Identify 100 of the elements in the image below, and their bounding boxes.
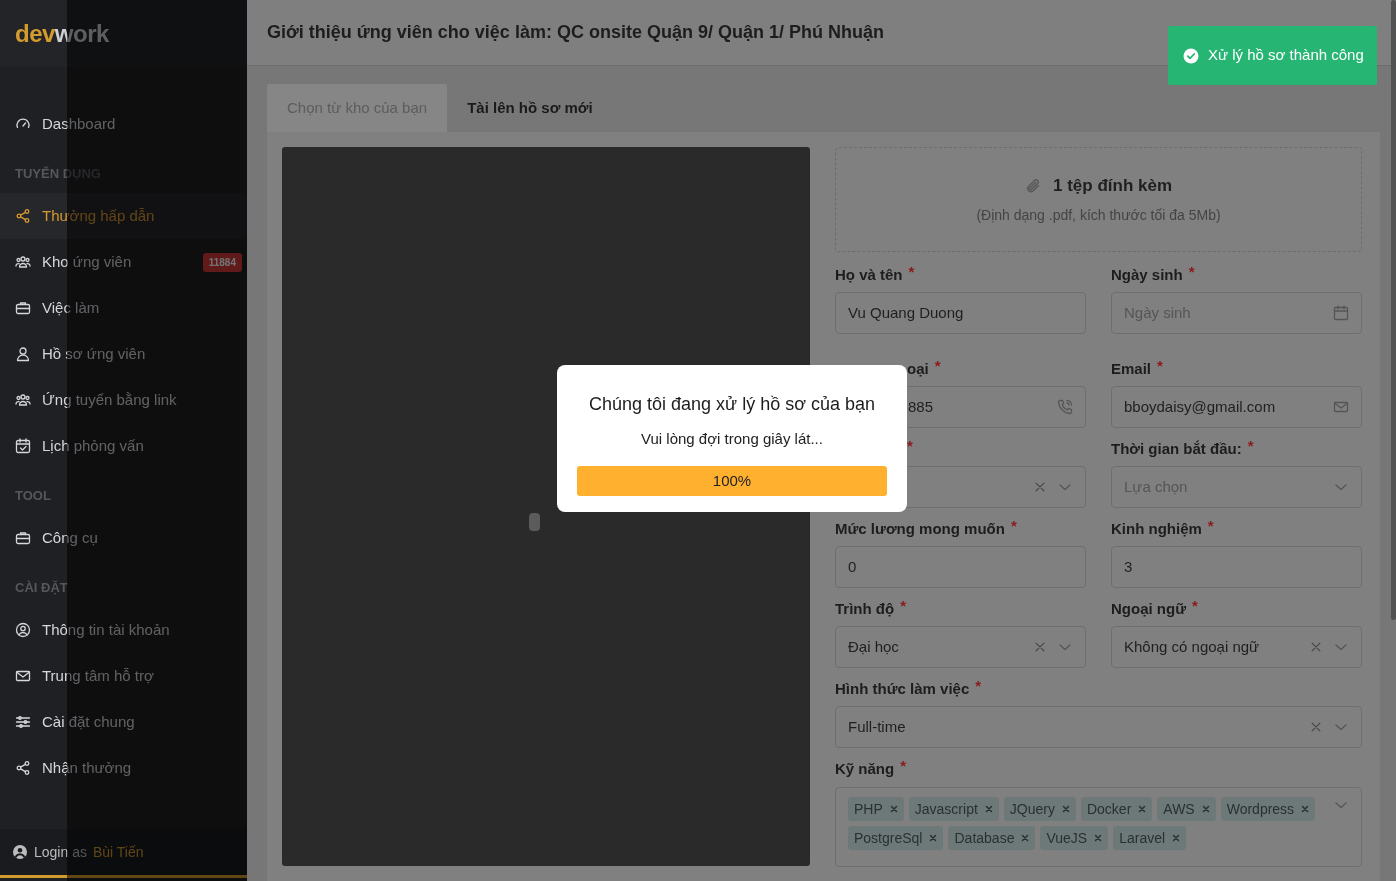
required-mark: * <box>934 358 941 376</box>
skill-tag[interactable]: PostgreSql <box>848 826 944 850</box>
section-heading: TOOL <box>14 487 52 505</box>
required-mark: * <box>1247 438 1254 456</box>
field-label: Ngoại ngữ <box>1111 599 1187 619</box>
tab[interactable]: Tài lên hồ sơ mới <box>447 84 613 132</box>
remove-icon <box>1172 834 1181 842</box>
required-mark: * <box>1207 518 1214 536</box>
clear-icon <box>1309 720 1323 734</box>
sidebar-item[interactable]: Công cụ <box>0 515 247 561</box>
remove-icon <box>1138 805 1147 813</box>
remove-icon <box>1094 834 1103 842</box>
required-mark: * <box>1192 598 1198 616</box>
sidebar-item[interactable]: Nhận thưởng <box>0 745 247 791</box>
field-label: Hình thức làm việc <box>835 679 970 699</box>
skill-tag[interactable]: PHP <box>848 797 904 821</box>
progress-label: 100% <box>711 470 753 491</box>
required-mark: * <box>1157 358 1163 376</box>
briefcase-icon <box>15 300 31 316</box>
phone-icon <box>1057 399 1073 415</box>
clear-icon <box>1033 480 1047 494</box>
paperclip-icon <box>1025 178 1041 194</box>
input-field[interactable]: 3 <box>1111 546 1362 588</box>
skill-tag[interactable]: AWS <box>1157 797 1216 821</box>
toast-message: Xử lý hồ sơ thành công <box>1208 45 1364 66</box>
user-circle-icon <box>12 844 28 860</box>
remove-icon <box>984 805 993 813</box>
required-mark: * <box>1010 518 1017 536</box>
person-icon <box>15 346 31 362</box>
mail-icon <box>15 668 31 684</box>
sidebar-item[interactable]: Trung tâm hỗ trợ <box>0 653 247 699</box>
skill-tag[interactable]: Laravel <box>1113 826 1187 850</box>
field-label: Kỹ năng <box>835 759 895 779</box>
input-field[interactable]: 0 <box>835 546 1086 588</box>
attachment-count: 1 tệp đính kèm <box>1053 175 1172 198</box>
sidebar-item[interactable]: Dashboard <box>0 101 247 147</box>
scrollbar[interactable] <box>1391 0 1396 620</box>
sidebar-item[interactable]: Cài đặt chung <box>0 699 247 745</box>
required-mark: * <box>907 438 913 456</box>
clear-icon <box>1309 640 1323 654</box>
sidebar-item[interactable]: Kho ứng viên 11884 <box>0 239 247 285</box>
section-heading: CÀI ĐẶT <box>14 579 69 597</box>
mail-icon <box>1333 399 1349 415</box>
remove-icon <box>929 834 938 842</box>
calendar-icon <box>1333 305 1349 321</box>
skill-tag[interactable]: Docker <box>1080 797 1153 821</box>
sidebar-item[interactable]: Thông tin tài khoản <box>0 607 247 653</box>
select-field[interactable]: Không có ngoại ngữ <box>1111 626 1362 668</box>
remove-icon <box>1201 805 1210 813</box>
sliders-icon <box>15 714 31 730</box>
count-badge: 11884 <box>202 252 242 272</box>
drawer-title: Giới thiệu ứng viên cho việc làm: QC onsite Quận 9/ Quận 1/ Phú Nhuận <box>267 21 884 44</box>
required-mark: * <box>1188 264 1195 282</box>
required-mark: * <box>900 598 906 616</box>
upload-area[interactable]: 1 tệp đính kèm (Định dạng .pdf, kích thước tối đa 5Mb) <box>835 147 1362 252</box>
upload-hint: (Định dạng .pdf, kích thước tối đa 5Mb) <box>976 205 1221 225</box>
field-label: Họ và tên <box>835 265 903 285</box>
tag-select-field[interactable]: PHP Javascript JQuery Docker AWS Wordpress PostgreSql Database VueJS Laravel <box>835 787 1362 867</box>
dialog-message: Vui lòng đợi trong giây lát... <box>640 429 824 449</box>
sidebar-item[interactable]: Lịch phỏng vấn <box>0 423 247 469</box>
handle-icon <box>528 512 540 531</box>
skill-tag[interactable]: VueJS <box>1040 826 1109 850</box>
people-icon <box>15 254 31 270</box>
sidebar-item[interactable]: Thưởng hấp dẫn <box>0 193 247 239</box>
field-label: Thời gian bắt đầu: <box>1111 439 1242 459</box>
remove-icon <box>1021 834 1030 842</box>
input-field[interactable]: bboydaisy@gmail.com <box>1111 386 1362 428</box>
remove-icon <box>1061 805 1070 813</box>
field-label: Trình độ <box>835 599 895 619</box>
sidebar-item[interactable]: Ứng tuyển bằng link <box>0 377 247 423</box>
share-icon <box>15 208 31 224</box>
skill-tag[interactable]: Javascript <box>908 797 999 821</box>
required-mark: * <box>975 678 982 696</box>
skill-tag[interactable]: JQuery <box>1003 797 1076 821</box>
field-label: Kinh nghiệm <box>1111 519 1202 539</box>
field-label: Mức lương mong muốn <box>835 519 1005 539</box>
remove-icon <box>889 805 898 813</box>
select-field[interactable]: Đại học <box>835 626 1086 668</box>
field-label: Ngày sinh <box>1111 265 1183 285</box>
sidebar-item[interactable]: Việc làm <box>0 285 247 331</box>
remove-icon <box>1301 805 1310 813</box>
clear-icon <box>1033 640 1047 654</box>
required-mark: * <box>900 758 907 776</box>
calendar-check-icon <box>15 438 31 454</box>
skill-tag[interactable]: Database <box>948 826 1036 850</box>
sidebar-item[interactable]: Hồ sơ ứng viên <box>0 331 247 377</box>
field-label: Email <box>1111 359 1152 379</box>
required-mark: * <box>908 264 915 282</box>
user-name: Bùi Tiến <box>92 842 144 862</box>
skill-tag[interactable]: Wordpress <box>1220 797 1316 821</box>
field-label: oại <box>907 359 929 379</box>
briefcase-icon <box>15 530 31 546</box>
share-icon <box>15 760 31 776</box>
select-field[interactable]: Full-time <box>835 706 1362 748</box>
login-label: Login as <box>34 842 87 862</box>
user-circle-icon <box>15 622 31 638</box>
input-field[interactable]: Vu Quang Duong <box>835 292 1086 334</box>
section-heading: TUYỂN DỤNG <box>14 165 102 183</box>
people-icon <box>15 392 31 408</box>
check-circle-icon <box>1183 47 1199 64</box>
